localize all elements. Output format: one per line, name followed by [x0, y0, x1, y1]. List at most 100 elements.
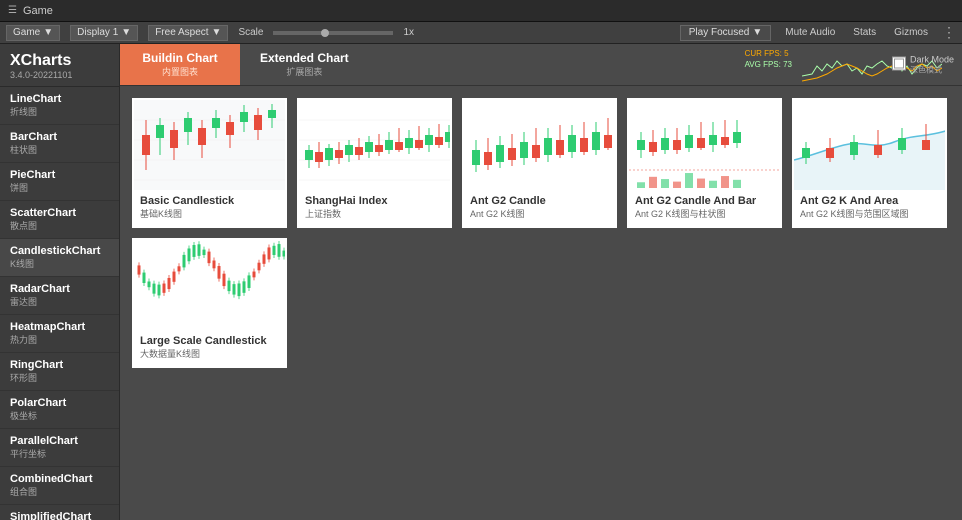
- chart-name: ShangHai Index: [305, 195, 444, 207]
- tab-buildin[interactable]: Buildin Chart 内置图表: [120, 44, 240, 85]
- sidebar-item-name: CandlestickChart: [10, 245, 109, 257]
- tab-extended-title: Extended Chart: [260, 51, 349, 65]
- sidebar-item-parallelchart[interactable]: ParallelChart 平行坐标: [0, 429, 119, 467]
- chevron-down-icon: ▼: [121, 27, 131, 38]
- tab-buildin-title: Buildin Chart: [142, 51, 217, 65]
- chart-card-5[interactable]: Large Scale Candlestick 大数据量K线图: [132, 238, 287, 368]
- sidebar-item-name: ScatterChart: [10, 207, 109, 219]
- tab-extended-sub: 扩展图表: [286, 65, 322, 78]
- sidebar-item-radarchart[interactable]: RadarChart 雷达图: [0, 277, 119, 315]
- sidebar-item-name: PieChart: [10, 169, 109, 181]
- chart-name: Basic Candlestick: [140, 195, 279, 207]
- chart-name-cn: Ant G2 K线图与范围区域图: [800, 207, 939, 220]
- tab-buildin-sub: 内置图表: [162, 65, 198, 78]
- sidebar-items-container: LineChart 折线图 BarChart 柱状图 PieChart 饼图 S…: [0, 87, 119, 520]
- chart-preview: [134, 240, 285, 330]
- scale-value: 1x: [403, 27, 414, 38]
- sidebar-subtitle: 3.4.0-20221101: [10, 70, 109, 80]
- tab-bar: Buildin Chart 内置图表 Extended Chart 扩展图表 C…: [120, 44, 962, 86]
- chart-preview: [299, 100, 450, 190]
- sidebar-item-sub: 柱状图: [10, 143, 109, 156]
- sidebar-item-simplifiedchart[interactable]: SimplifiedChart: [0, 505, 119, 520]
- chart-name-cn: Ant G2 K线图与柱状图: [635, 207, 774, 220]
- fps-avg: AVG FPS: 73: [745, 59, 792, 70]
- chart-card-3[interactable]: Ant G2 Candle And Bar Ant G2 K线图与柱状图: [627, 98, 782, 228]
- game-dropdown[interactable]: Game ▼: [6, 25, 60, 41]
- sidebar-item-name: HeatmapChart: [10, 321, 109, 333]
- sidebar-item-sub: 散点图: [10, 219, 109, 232]
- content-area: Buildin Chart 内置图表 Extended Chart 扩展图表 C…: [120, 44, 962, 520]
- chart-preview: [629, 100, 780, 190]
- dark-mode-label: Dark Mode: [910, 54, 954, 64]
- chart-card-1[interactable]: ShangHai Index 上证指数: [297, 98, 452, 228]
- chart-info: Ant G2 Candle And Bar Ant G2 K线图与柱状图: [629, 190, 780, 226]
- chart-name: Ant G2 Candle And Bar: [635, 195, 774, 207]
- sidebar: XCharts 3.4.0-20221101 LineChart 折线图 Bar…: [0, 44, 120, 520]
- chart-name: Ant G2 K And Area: [800, 195, 939, 207]
- chart-info: Ant G2 Candle Ant G2 K线图: [464, 190, 615, 226]
- sidebar-item-sub: 组合图: [10, 485, 109, 498]
- sidebar-item-name: ParallelChart: [10, 435, 109, 447]
- sidebar-item-sub: K线图: [10, 257, 109, 270]
- sidebar-title: XCharts: [10, 52, 109, 70]
- sidebar-item-sub: 环形图: [10, 371, 109, 384]
- chart-name-cn: 基础K线图: [140, 207, 279, 220]
- gizmos-button[interactable]: Gizmos: [890, 26, 932, 39]
- display-dropdown[interactable]: Display 1 ▼: [70, 25, 138, 41]
- main-layout: XCharts 3.4.0-20221101 LineChart 折线图 Bar…: [0, 44, 962, 520]
- chevron-down-icon: ▼: [212, 27, 222, 38]
- chart-name-cn: 大数据量K线图: [140, 347, 279, 360]
- second-bar: Game ▼ Display 1 ▼ Free Aspect ▼ Scale 1…: [0, 22, 962, 44]
- sidebar-item-name: RadarChart: [10, 283, 109, 295]
- hamburger-icon: ☰: [8, 5, 17, 16]
- chart-card-4[interactable]: Ant G2 K And Area Ant G2 K线图与范围区域图: [792, 98, 947, 228]
- sidebar-item-scatterchart[interactable]: ScatterChart 散点图: [0, 201, 119, 239]
- mute-audio-button[interactable]: Mute Audio: [781, 26, 839, 39]
- sidebar-item-barchart[interactable]: BarChart 柱状图: [0, 125, 119, 163]
- tab-extended[interactable]: Extended Chart 扩展图表: [240, 44, 369, 85]
- chart-card-0[interactable]: Basic Candlestick 基础K线图: [132, 98, 287, 228]
- chart-name-cn: 上证指数: [305, 207, 444, 220]
- sidebar-item-sub: 雷达图: [10, 295, 109, 308]
- sidebar-item-linechart[interactable]: LineChart 折线图: [0, 87, 119, 125]
- sidebar-item-polarchart[interactable]: PolarChart 极坐标: [0, 391, 119, 429]
- dark-mode-checkbox[interactable]: [892, 57, 906, 71]
- chart-name: Large Scale Candlestick: [140, 335, 279, 347]
- dark-mode-toggle[interactable]: Dark Mode 深色模式: [892, 54, 954, 75]
- sidebar-item-name: LineChart: [10, 93, 109, 105]
- chart-info: Ant G2 K And Area Ant G2 K线图与范围区域图: [794, 190, 945, 226]
- top-bar: ☰ Game: [0, 0, 962, 22]
- chart-preview: [794, 100, 945, 190]
- play-focused-button[interactable]: Play Focused ▼: [680, 25, 772, 41]
- fps-cur: CUR FPS: 5: [745, 48, 792, 59]
- chart-preview: [134, 100, 285, 190]
- stats-button[interactable]: Stats: [849, 26, 880, 39]
- sidebar-item-sub: 平行坐标: [10, 447, 109, 460]
- sidebar-item-heatmapchart[interactable]: HeatmapChart 热力图: [0, 315, 119, 353]
- more-options-icon[interactable]: ⋮: [942, 24, 956, 41]
- chevron-down-icon: ▼: [752, 27, 762, 38]
- scale-label: Scale: [238, 27, 263, 38]
- dark-mode-sub: 深色模式: [910, 64, 954, 75]
- sidebar-item-name: CombinedChart: [10, 473, 109, 485]
- sidebar-item-sub: 热力图: [10, 333, 109, 346]
- sidebar-item-combinedchart[interactable]: CombinedChart 组合图: [0, 467, 119, 505]
- sidebar-item-candlestickchart[interactable]: CandlestickChart K线图: [0, 239, 119, 277]
- fps-display: CUR FPS: 5 AVG FPS: 73: [745, 48, 792, 70]
- chart-card-2[interactable]: Ant G2 Candle Ant G2 K线图: [462, 98, 617, 228]
- aspect-dropdown[interactable]: Free Aspect ▼: [148, 25, 228, 41]
- chart-name-cn: Ant G2 K线图: [470, 207, 609, 220]
- sidebar-item-sub: 饼图: [10, 181, 109, 194]
- scale-slider[interactable]: [273, 31, 393, 35]
- chevron-down-icon: ▼: [43, 27, 53, 38]
- sidebar-item-name: PolarChart: [10, 397, 109, 409]
- chart-info: ShangHai Index 上证指数: [299, 190, 450, 226]
- charts-grid: Basic Candlestick 基础K线图 ShangHai Index 上…: [120, 86, 962, 520]
- sidebar-item-sub: 折线图: [10, 105, 109, 118]
- sidebar-item-ringchart[interactable]: RingChart 环形图: [0, 353, 119, 391]
- sidebar-item-name: BarChart: [10, 131, 109, 143]
- sidebar-item-piechart[interactable]: PieChart 饼图: [0, 163, 119, 201]
- chart-info: Large Scale Candlestick 大数据量K线图: [134, 330, 285, 366]
- sidebar-item-sub: 极坐标: [10, 409, 109, 422]
- chart-preview: [464, 100, 615, 190]
